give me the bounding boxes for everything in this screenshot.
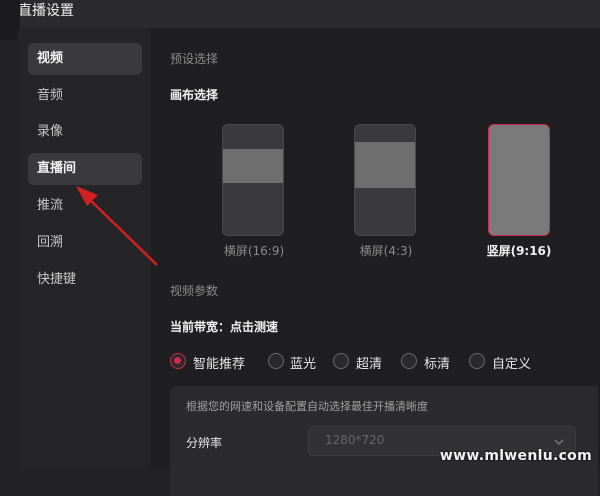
title-bar: 直播设置 (0, 0, 600, 28)
radio-custom-label: 自定义 (492, 357, 532, 372)
window-edge (0, 0, 20, 40)
sidebar-item-stream[interactable]: 推流 (28, 190, 142, 222)
canvas-preview-4-3 (354, 124, 416, 236)
radio-bluray[interactable] (268, 353, 284, 369)
watermark: www.mlwenlu.com (439, 448, 592, 464)
sidebar-item-audio[interactable]: 音频 (28, 80, 142, 112)
quality-detail-panel: 根据您的网速和设备配置自动选择最佳开播清晰度 分辨率 1280*720 (170, 386, 598, 496)
sidebar-item-recording[interactable]: 录像 (28, 116, 142, 148)
video-params-label: 视频参数 (170, 284, 219, 298)
radio-sd-label: 标清 (424, 357, 451, 372)
canvas-caption-9-16: 竖屏(9:16) (486, 244, 552, 258)
canvas-select-label: 画布选择 (170, 88, 219, 102)
canvas-frame-16-9 (223, 149, 283, 183)
quality-hint: 根据您的网速和设备配置自动选择最佳开播清晰度 (186, 400, 428, 413)
sidebar-item-video[interactable]: 视频 (28, 43, 142, 75)
sidebar-item-live-room[interactable]: 直播间 (28, 153, 142, 185)
preset-section-label: 预设选择 (170, 52, 219, 66)
radio-smart-label: 智能推荐 (193, 357, 246, 372)
canvas-preview-16-9 (222, 124, 284, 236)
window-title: 直播设置 (18, 3, 74, 19)
chevron-down-icon (554, 439, 564, 446)
bandwidth-test-link[interactable]: 当前带宽：点击测速 (170, 318, 278, 335)
radio-sd[interactable] (401, 353, 417, 369)
radio-custom[interactable] (469, 353, 485, 369)
sidebar: 视频 音频 录像 直播间 推流 回溯 快捷键 (18, 28, 150, 468)
radio-super-hd[interactable] (333, 353, 349, 369)
sidebar-item-shortcuts[interactable]: 快捷键 (28, 264, 142, 296)
radio-super-hd-label: 超清 (356, 357, 383, 372)
radio-smart[interactable] (170, 353, 186, 369)
resolution-label: 分辨率 (186, 436, 223, 450)
sidebar-item-replay[interactable]: 回溯 (28, 227, 142, 259)
resolution-value: 1280*720 (325, 433, 385, 447)
settings-content: 预设选择 画布选择 横屏(16:9) 横屏(4:3) 竖屏(9:16) 视频参数… (150, 28, 600, 496)
canvas-preview-9-16 (488, 124, 550, 236)
canvas-frame-4-3 (355, 142, 415, 188)
canvas-caption-16-9: 横屏(16:9) (223, 244, 285, 258)
canvas-caption-4-3: 横屏(4:3) (359, 244, 413, 258)
radio-bluray-label: 蓝光 (290, 357, 317, 372)
